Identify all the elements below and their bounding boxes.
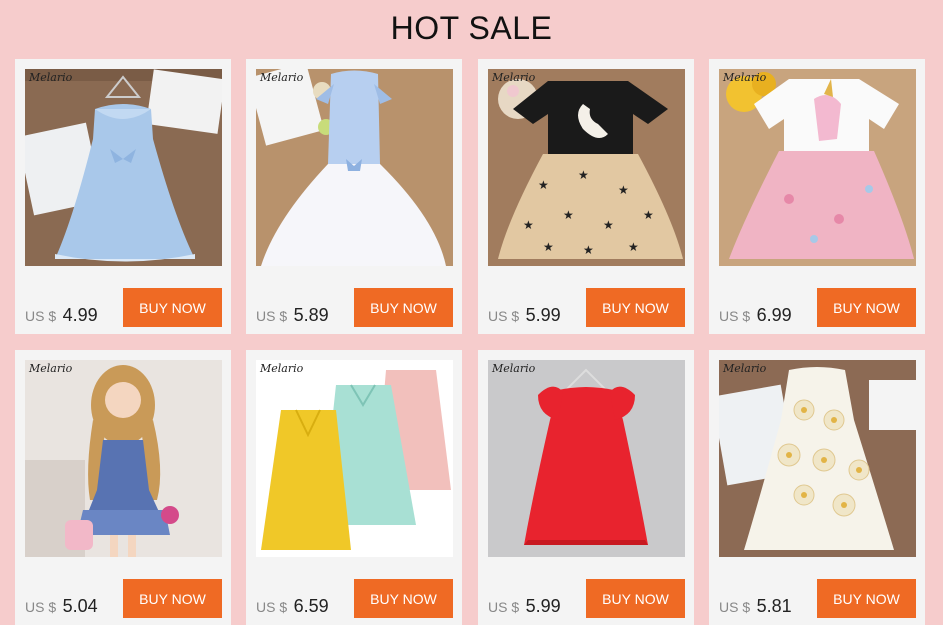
svg-text:★: ★ <box>603 218 614 232</box>
price-currency: US $ <box>25 599 57 615</box>
buy-now-button[interactable]: BUY NOW <box>354 579 453 618</box>
buy-now-button[interactable]: BUY NOW <box>817 288 916 327</box>
price-amount: 5.04 <box>62 596 98 616</box>
product-image[interactable]: Melario <box>488 360 685 557</box>
buy-now-button[interactable]: BUY NOW <box>817 579 916 618</box>
product-image[interactable]: Melario <box>719 69 916 266</box>
buy-now-button[interactable]: BUY NOW <box>123 288 222 327</box>
brand-logo: Melario <box>29 71 73 84</box>
brand-logo: Melario <box>29 362 73 375</box>
svg-text:★: ★ <box>583 243 594 257</box>
price: US $ 6.59 <box>256 596 329 617</box>
product-image[interactable]: ★ ★ ★ ★ ★ ★ ★ ★ ★ ★ Melario <box>488 69 685 266</box>
price: US $ 4.99 <box>25 305 98 326</box>
brand-logo: Melario <box>723 71 767 84</box>
svg-text:★: ★ <box>578 168 589 182</box>
product-image[interactable]: Melario <box>256 360 453 557</box>
product-card[interactable]: Melario US $ 6.99 BUY NOW <box>709 59 925 334</box>
product-image[interactable]: Melario <box>25 360 222 557</box>
brand-logo: Melario <box>492 362 536 375</box>
product-card[interactable]: Melario US $ 5.81 BUY NOW <box>709 350 925 625</box>
brand-logo: Melario <box>260 362 304 375</box>
price: US $ 5.99 <box>488 596 561 617</box>
product-card[interactable]: Melario US $ 4.99 BUY NOW <box>15 59 231 334</box>
price-amount: 5.81 <box>756 596 792 616</box>
brand-logo: Melario <box>723 362 767 375</box>
svg-text:★: ★ <box>618 183 629 197</box>
svg-text:★: ★ <box>563 208 574 222</box>
price-amount: 5.99 <box>525 596 561 616</box>
price: US $ 5.81 <box>719 596 792 617</box>
price-amount: 5.99 <box>525 305 561 325</box>
price-currency: US $ <box>256 308 288 324</box>
price-currency: US $ <box>488 308 520 324</box>
price-amount: 6.99 <box>756 305 792 325</box>
price-currency: US $ <box>488 599 520 615</box>
svg-text:★: ★ <box>538 178 549 192</box>
price-currency: US $ <box>719 308 751 324</box>
price-amount: 5.89 <box>293 305 329 325</box>
price: US $ 5.99 <box>488 305 561 326</box>
buy-now-button[interactable]: BUY NOW <box>586 288 685 327</box>
price-amount: 4.99 <box>62 305 98 325</box>
price-currency: US $ <box>719 599 751 615</box>
price: US $ 6.99 <box>719 305 792 326</box>
buy-now-button[interactable]: BUY NOW <box>123 579 222 618</box>
buy-now-button[interactable]: BUY NOW <box>586 579 685 618</box>
product-grid: Melario US $ 4.99 BUY NOW Melario US $ 5 <box>15 59 928 625</box>
svg-text:★: ★ <box>523 218 534 232</box>
price-currency: US $ <box>256 599 288 615</box>
brand-logo: Melario <box>492 71 536 84</box>
product-image[interactable]: Melario <box>25 69 222 266</box>
price-amount: 6.59 <box>293 596 329 616</box>
svg-text:★: ★ <box>628 240 639 254</box>
svg-text:★: ★ <box>543 240 554 254</box>
price-currency: US $ <box>25 308 57 324</box>
buy-now-button[interactable]: BUY NOW <box>354 288 453 327</box>
product-image[interactable]: Melario <box>256 69 453 266</box>
product-card[interactable]: Melario US $ 6.59 BUY NOW <box>246 350 462 625</box>
product-card[interactable]: ★ ★ ★ ★ ★ ★ ★ ★ ★ ★ Melario US $ 5.99 BUY NOW <box>478 59 694 334</box>
page-title: HOT SALE <box>390 10 553 46</box>
brand-logo: Melario <box>260 71 304 84</box>
price: US $ 5.89 <box>256 305 329 326</box>
product-card[interactable]: Melario US $ 5.04 BUY NOW <box>15 350 231 625</box>
product-card[interactable]: Melario US $ 5.89 BUY NOW <box>246 59 462 334</box>
svg-text:★: ★ <box>643 208 654 222</box>
price: US $ 5.04 <box>25 596 98 617</box>
product-image[interactable]: Melario <box>719 360 916 557</box>
product-card[interactable]: Melario US $ 5.99 BUY NOW <box>478 350 694 625</box>
